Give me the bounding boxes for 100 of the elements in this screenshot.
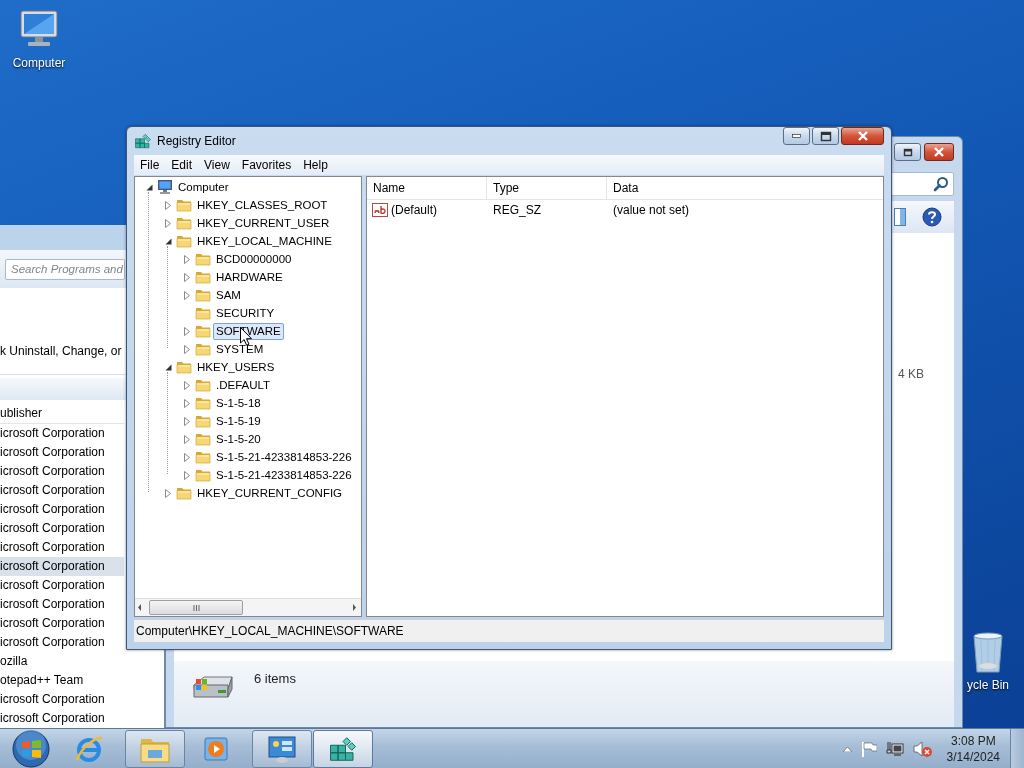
- folder-icon: [195, 341, 211, 357]
- tree-item[interactable]: HKEY_CURRENT_CONFIG: [194, 484, 346, 502]
- folder-icon: [176, 233, 192, 249]
- publisher-cell[interactable]: icrosoft Corporation: [0, 538, 124, 557]
- value-data: (value not set): [612, 203, 691, 217]
- string-value-icon: [372, 203, 388, 217]
- menu-item[interactable]: File: [134, 155, 166, 175]
- preview-pane-icon: [894, 208, 906, 226]
- status-bar: Computer\HKEY_LOCAL_MACHINE\SOFTWARE: [134, 619, 884, 642]
- publisher-cell[interactable]: icrosoft Corporation: [0, 424, 124, 443]
- folder-icon: [176, 359, 192, 375]
- folder-icon: [195, 377, 211, 393]
- column-header[interactable]: ublisher: [0, 403, 124, 424]
- desktop-icon-label[interactable]: Computer: [12, 56, 66, 70]
- tree-item[interactable]: BCD00000000: [213, 250, 295, 268]
- tree-item[interactable]: SECURITY: [213, 304, 278, 322]
- windows-logo-icon: [12, 729, 50, 768]
- publisher-cell[interactable]: icrosoft Corporation: [0, 481, 124, 500]
- tree-item[interactable]: S-1-5-21-4233814853-226: [213, 448, 355, 466]
- desktop-icon-label[interactable]: ycle Bin: [967, 678, 1009, 692]
- folder-icon: [176, 215, 192, 231]
- taskbar-button[interactable]: [313, 729, 373, 768]
- value-type: REG_SZ: [492, 203, 542, 217]
- publisher-cell[interactable]: ozilla: [0, 652, 124, 671]
- tree-item[interactable]: S-1-5-18: [213, 394, 264, 412]
- tree-item[interactable]: .DEFAULT: [213, 376, 274, 394]
- taskbar-button[interactable]: [125, 729, 185, 768]
- publisher-cell[interactable]: icrosoft Corporation: [0, 500, 124, 519]
- computer-icon: [157, 179, 173, 195]
- search-field[interactable]: [890, 172, 954, 196]
- control-panel-icon: [266, 733, 298, 764]
- publisher-cell[interactable]: icrosoft Corporation: [0, 614, 124, 633]
- close-button[interactable]: [841, 127, 884, 145]
- clock-date[interactable]: 3/14/2024: [946, 748, 1000, 765]
- search-icon: [933, 176, 949, 192]
- folder-icon: [195, 449, 211, 465]
- taskbar-button[interactable]: [252, 729, 312, 768]
- folder-icon: [195, 305, 211, 321]
- maximize-button[interactable]: [812, 127, 839, 145]
- publisher-cell[interactable]: icrosoft Corporation: [0, 576, 124, 595]
- folder-icon: [176, 485, 192, 501]
- search-field[interactable]: Search Programs and: [5, 258, 125, 280]
- network-icon: [885, 740, 904, 757]
- show-desktop-button[interactable]: [1010, 728, 1024, 768]
- publisher-cell[interactable]: icrosoft Corporation: [0, 690, 124, 709]
- registry-editor-icon: [134, 132, 152, 150]
- restore-button[interactable]: [894, 143, 921, 161]
- folder-icon: [195, 395, 211, 411]
- folder-icon: [195, 323, 211, 339]
- menu-item[interactable]: Help: [297, 155, 334, 175]
- speaker-muted-icon: [912, 739, 933, 758]
- close-button[interactable]: [924, 143, 954, 161]
- value-name[interactable]: (Default): [391, 203, 437, 217]
- expanded-arrow-icon[interactable]: [145, 183, 153, 191]
- grip-icon: [192, 604, 200, 611]
- tree-item[interactable]: HKEY_CURRENT_USER: [194, 214, 333, 232]
- tree-item[interactable]: HKEY_CLASSES_ROOT: [194, 196, 331, 214]
- close-icon: [932, 146, 946, 158]
- publisher-cell[interactable]: icrosoft Corporation: [0, 443, 124, 462]
- recycle-bin-icon: [971, 630, 1005, 674]
- folder-icon: [195, 251, 211, 267]
- tree-item[interactable]: HKEY_USERS: [194, 358, 278, 376]
- tree-item[interactable]: SYSTEM: [213, 340, 267, 358]
- folder-icon: [195, 467, 211, 483]
- horizontal-scrollbar[interactable]: [135, 598, 361, 616]
- instruction-text: k Uninstall, Change, or: [0, 343, 123, 360]
- tree-item[interactable]: S-1-5-21-4233814853-226: [213, 466, 355, 484]
- publisher-cell[interactable]: icrosoft Corporation: [0, 557, 124, 576]
- tree-item[interactable]: HKEY_LOCAL_MACHINE: [194, 232, 335, 250]
- close-icon: [855, 130, 870, 142]
- expanded-arrow-icon[interactable]: [164, 237, 172, 245]
- clock-time[interactable]: 3:08 PM: [950, 732, 996, 749]
- minimize-button[interactable]: [783, 127, 810, 145]
- folder-icon: [176, 197, 192, 213]
- menu-item[interactable]: View: [198, 155, 236, 175]
- publisher-cell[interactable]: icrosoft Corporation: [0, 595, 124, 614]
- collapsed-arrow-icon[interactable]: [165, 488, 171, 498]
- tree-item[interactable]: Computer: [175, 178, 232, 196]
- publisher-cell[interactable]: icrosoft Corporation: [0, 633, 124, 652]
- tree-item[interactable]: HARDWARE: [213, 268, 286, 286]
- folder-icon: [195, 269, 211, 285]
- publisher-cell[interactable]: icrosoft Corporation: [0, 709, 124, 728]
- publisher-cell[interactable]: icrosoft Corporation: [0, 462, 124, 481]
- folder-icon: [195, 413, 211, 429]
- publisher-cell[interactable]: icrosoft Corporation: [0, 519, 124, 538]
- tree-item[interactable]: S-1-5-20: [213, 430, 264, 448]
- minimize-icon: [792, 134, 801, 138]
- menu-item[interactable]: Edit: [165, 155, 199, 175]
- play-icon: [202, 734, 230, 763]
- window-title: Registry Editor: [157, 134, 237, 148]
- tree-item[interactable]: SAM: [213, 286, 244, 304]
- publisher-cell[interactable]: otepad++ Team: [0, 671, 124, 690]
- tree-item[interactable]: S-1-5-19: [213, 412, 264, 430]
- scrollbar-thumb[interactable]: [149, 600, 243, 615]
- file-size-text: 4 KB: [898, 367, 924, 381]
- menu-item[interactable]: Favorites: [235, 155, 298, 175]
- folder-icon: [195, 431, 211, 447]
- item-count-text: 6 items: [254, 671, 296, 686]
- help-icon: [922, 207, 942, 227]
- expanded-arrow-icon[interactable]: [164, 363, 172, 371]
